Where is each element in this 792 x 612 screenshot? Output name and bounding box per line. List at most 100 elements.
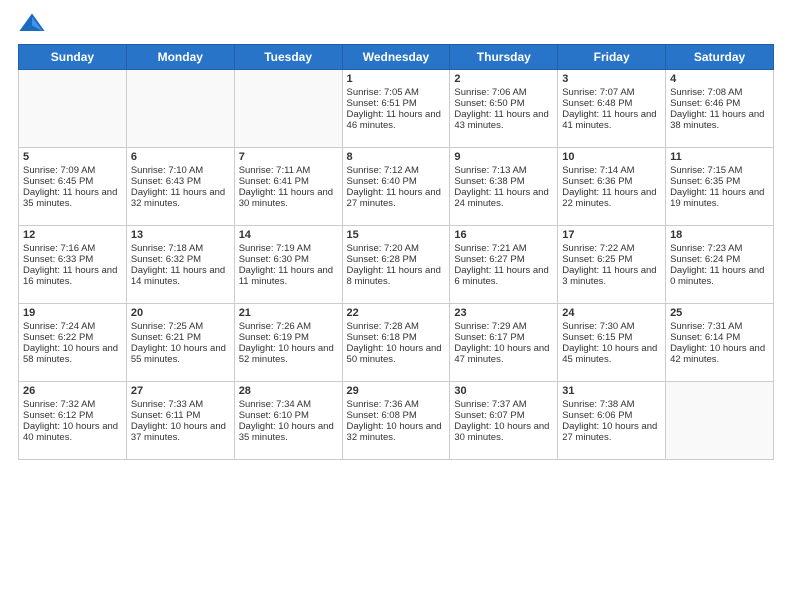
header [18,10,774,38]
day-info: Daylight: 11 hours and 16 minutes. [23,265,122,287]
day-number: 13 [131,229,230,241]
day-info: Sunrise: 7:15 AM [670,165,769,176]
day-header-monday: Monday [126,45,234,70]
day-info: Sunrise: 7:31 AM [670,321,769,332]
day-info: Sunrise: 7:11 AM [239,165,338,176]
day-info: Sunrise: 7:38 AM [562,399,661,410]
day-info: Sunset: 6:21 PM [131,332,230,343]
day-number: 28 [239,385,338,397]
day-info: Daylight: 11 hours and 6 minutes. [454,265,553,287]
day-info: Sunrise: 7:14 AM [562,165,661,176]
day-info: Daylight: 11 hours and 24 minutes. [454,187,553,209]
calendar-cell: 5Sunrise: 7:09 AMSunset: 6:45 PMDaylight… [19,148,127,226]
day-number: 25 [670,307,769,319]
day-info: Daylight: 11 hours and 11 minutes. [239,265,338,287]
day-info: Sunrise: 7:06 AM [454,87,553,98]
day-info: Sunset: 6:12 PM [23,410,122,421]
day-info: Daylight: 11 hours and 43 minutes. [454,109,553,131]
day-number: 15 [347,229,446,241]
day-info: Sunrise: 7:13 AM [454,165,553,176]
day-info: Daylight: 11 hours and 38 minutes. [670,109,769,131]
day-number: 19 [23,307,122,319]
day-info: Daylight: 10 hours and 30 minutes. [454,421,553,443]
day-info: Sunset: 6:50 PM [454,98,553,109]
calendar-cell: 15Sunrise: 7:20 AMSunset: 6:28 PMDayligh… [342,226,450,304]
day-number: 4 [670,73,769,85]
day-info: Sunset: 6:17 PM [454,332,553,343]
day-info: Sunrise: 7:09 AM [23,165,122,176]
calendar-cell: 20Sunrise: 7:25 AMSunset: 6:21 PMDayligh… [126,304,234,382]
day-info: Sunset: 6:36 PM [562,176,661,187]
day-info: Daylight: 11 hours and 22 minutes. [562,187,661,209]
day-number: 9 [454,151,553,163]
day-info: Sunset: 6:06 PM [562,410,661,421]
calendar-cell: 21Sunrise: 7:26 AMSunset: 6:19 PMDayligh… [234,304,342,382]
day-info: Sunrise: 7:37 AM [454,399,553,410]
calendar-week-row: 5Sunrise: 7:09 AMSunset: 6:45 PMDaylight… [19,148,774,226]
page: SundayMondayTuesdayWednesdayThursdayFrid… [0,0,792,612]
day-info: Sunset: 6:48 PM [562,98,661,109]
day-header-saturday: Saturday [666,45,774,70]
calendar-cell: 29Sunrise: 7:36 AMSunset: 6:08 PMDayligh… [342,382,450,460]
calendar-week-row: 12Sunrise: 7:16 AMSunset: 6:33 PMDayligh… [19,226,774,304]
day-number: 11 [670,151,769,163]
day-number: 16 [454,229,553,241]
day-info: Sunrise: 7:10 AM [131,165,230,176]
calendar-week-row: 19Sunrise: 7:24 AMSunset: 6:22 PMDayligh… [19,304,774,382]
calendar-cell: 6Sunrise: 7:10 AMSunset: 6:43 PMDaylight… [126,148,234,226]
day-info: Sunset: 6:43 PM [131,176,230,187]
day-info: Sunrise: 7:16 AM [23,243,122,254]
day-number: 1 [347,73,446,85]
day-info: Daylight: 10 hours and 27 minutes. [562,421,661,443]
day-number: 29 [347,385,446,397]
day-info: Sunrise: 7:26 AM [239,321,338,332]
calendar-cell: 8Sunrise: 7:12 AMSunset: 6:40 PMDaylight… [342,148,450,226]
logo [18,10,48,38]
day-info: Daylight: 10 hours and 52 minutes. [239,343,338,365]
calendar-cell: 18Sunrise: 7:23 AMSunset: 6:24 PMDayligh… [666,226,774,304]
day-info: Sunrise: 7:32 AM [23,399,122,410]
day-number: 7 [239,151,338,163]
day-info: Sunrise: 7:07 AM [562,87,661,98]
day-info: Sunset: 6:38 PM [454,176,553,187]
calendar-cell: 24Sunrise: 7:30 AMSunset: 6:15 PMDayligh… [558,304,666,382]
day-info: Sunrise: 7:36 AM [347,399,446,410]
day-header-tuesday: Tuesday [234,45,342,70]
day-info: Sunset: 6:10 PM [239,410,338,421]
day-info: Daylight: 10 hours and 50 minutes. [347,343,446,365]
day-info: Sunrise: 7:05 AM [347,87,446,98]
calendar-cell: 7Sunrise: 7:11 AMSunset: 6:41 PMDaylight… [234,148,342,226]
day-info: Sunrise: 7:29 AM [454,321,553,332]
day-info: Sunset: 6:27 PM [454,254,553,265]
day-number: 18 [670,229,769,241]
day-number: 31 [562,385,661,397]
calendar-cell: 19Sunrise: 7:24 AMSunset: 6:22 PMDayligh… [19,304,127,382]
calendar-week-row: 1Sunrise: 7:05 AMSunset: 6:51 PMDaylight… [19,70,774,148]
calendar-header-row: SundayMondayTuesdayWednesdayThursdayFrid… [19,45,774,70]
day-info: Sunrise: 7:08 AM [670,87,769,98]
day-info: Daylight: 10 hours and 58 minutes. [23,343,122,365]
day-number: 21 [239,307,338,319]
day-number: 5 [23,151,122,163]
day-info: Sunset: 6:33 PM [23,254,122,265]
calendar-cell: 31 Sunrise: 7:38 AMSunset: 6:06 PMDayligh… [558,382,666,460]
day-info: Daylight: 10 hours and 47 minutes. [454,343,553,365]
day-info: Daylight: 10 hours and 45 minutes. [562,343,661,365]
calendar-cell: 3Sunrise: 7:07 AMSunset: 6:48 PMDaylight… [558,70,666,148]
day-number: 24 [562,307,661,319]
day-info: Sunrise: 7:25 AM [131,321,230,332]
calendar-week-row: 26Sunrise: 7:32 AMSunset: 6:12 PMDayligh… [19,382,774,460]
day-info: Daylight: 10 hours and 32 minutes. [347,421,446,443]
day-info: Daylight: 11 hours and 41 minutes. [562,109,661,131]
day-number: 17 [562,229,661,241]
day-info: Sunset: 6:30 PM [239,254,338,265]
day-number: 2 [454,73,553,85]
day-info: Sunrise: 7:28 AM [347,321,446,332]
day-info: Daylight: 10 hours and 40 minutes. [23,421,122,443]
day-number: 14 [239,229,338,241]
day-info: Sunrise: 7:18 AM [131,243,230,254]
day-info: Sunset: 6:46 PM [670,98,769,109]
calendar-cell: 12Sunrise: 7:16 AMSunset: 6:33 PMDayligh… [19,226,127,304]
day-header-thursday: Thursday [450,45,558,70]
day-header-wednesday: Wednesday [342,45,450,70]
